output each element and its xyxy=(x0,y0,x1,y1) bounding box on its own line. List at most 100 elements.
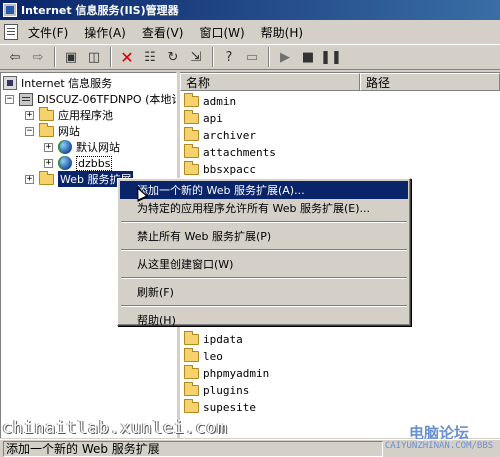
window-title: Internet 信息服务(IIS)管理器 xyxy=(21,4,179,17)
export-icon[interactable]: ⇲ xyxy=(185,46,207,68)
menu-view[interactable]: 查看(V) xyxy=(136,24,194,41)
menu-separator xyxy=(121,277,407,279)
menu-window[interactable]: 窗口(W) xyxy=(193,24,254,41)
expand-icon[interactable]: + xyxy=(44,142,53,152)
menu-action[interactable]: 操作(A) xyxy=(78,24,136,41)
list-item-label: supesite xyxy=(203,400,256,414)
list-item-label: phpmyadmin xyxy=(203,366,270,380)
menu-separator xyxy=(121,305,407,307)
title-bar: Internet 信息服务(IIS)管理器 xyxy=(0,0,500,20)
stop-icon[interactable]: ■ xyxy=(297,46,319,68)
tree-item-iis-root[interactable]: Internet 信息服务 xyxy=(3,75,112,91)
context-menu: 添加一个新的 Web 服务扩展(A)... 为特定的应用程序允许所有 Web 服… xyxy=(117,178,411,329)
folder-icon xyxy=(184,347,199,362)
server-icon xyxy=(19,92,33,106)
folder-icon xyxy=(184,364,199,379)
status-bar: 添加一个新的 Web 服务扩展 xyxy=(0,439,500,457)
tree-item-websites[interactable]: − 网站 xyxy=(25,122,80,139)
menu-prohibit-all-extensions[interactable]: 禁止所有 Web 服务扩展(P) xyxy=(120,227,408,245)
iis-icon xyxy=(3,76,17,90)
list-item[interactable]: plugins xyxy=(184,381,250,398)
delete-icon[interactable]: ✕ xyxy=(116,46,138,68)
menu-allow-all-extensions[interactable]: 为特定的应用程序允许所有 Web 服务扩展(E)... xyxy=(120,199,408,217)
menu-separator xyxy=(121,221,407,223)
tree-label: Internet 信息服务 xyxy=(21,77,113,90)
watermark-text: chinaitlab.xunlei.com xyxy=(2,418,228,438)
show-tree-icon[interactable]: ◫ xyxy=(83,46,105,68)
menu-file[interactable]: 文件(F) xyxy=(22,24,78,41)
expand-icon[interactable]: + xyxy=(25,110,34,120)
folder-icon xyxy=(184,381,199,396)
list-item[interactable]: ipdata xyxy=(184,330,243,347)
tree-item-default-site[interactable]: + 默认网站 xyxy=(44,139,120,155)
toolbar-separator xyxy=(54,47,56,67)
tree-item-app-pools[interactable]: + 应用程序池 xyxy=(25,106,113,123)
collapse-icon[interactable]: − xyxy=(5,94,14,104)
expand-icon[interactable]: + xyxy=(25,174,34,184)
menu-new-window-from-here[interactable]: 从这里创建窗口(W) xyxy=(120,255,408,273)
folder-icon xyxy=(184,330,199,345)
list-item[interactable]: bbsxpacc xyxy=(184,160,256,177)
list-item-label: ipdata xyxy=(203,332,243,346)
folder-icon xyxy=(184,126,199,141)
toolbar-separator xyxy=(110,47,112,67)
play-icon[interactable]: ▶ xyxy=(274,46,296,68)
document-icon[interactable] xyxy=(4,24,18,40)
tree-label: 默认网站 xyxy=(76,141,120,154)
forward-icon[interactable]: ⇨ xyxy=(27,46,49,68)
folder-icon xyxy=(39,122,54,137)
toolbar-separator xyxy=(268,47,270,67)
folder-icon xyxy=(184,109,199,124)
computer-icon[interactable]: ▭ xyxy=(241,46,263,68)
list-item-label: admin xyxy=(203,94,237,108)
menu-help[interactable]: 帮助(H) xyxy=(255,24,313,41)
folder-icon xyxy=(184,398,199,413)
list-item[interactable]: api xyxy=(184,109,223,126)
list-item-label: api xyxy=(203,111,223,125)
menu-refresh[interactable]: 刷新(F) xyxy=(120,283,408,301)
list-item[interactable]: phpmyadmin xyxy=(184,364,270,381)
folder-icon xyxy=(184,160,199,175)
column-header-path[interactable]: 路径 xyxy=(360,73,500,91)
list-header: 名称 路径 xyxy=(180,73,500,91)
list-item-label: archiver xyxy=(203,128,256,142)
folder-icon xyxy=(39,170,54,185)
tree-label: DISCUZ-06TFDNPO (本地计 xyxy=(37,93,177,106)
collapse-icon[interactable]: − xyxy=(25,126,34,136)
globe-icon xyxy=(58,140,72,154)
list-item-label: bbsxpacc xyxy=(203,162,256,176)
back-icon[interactable]: ⇦ xyxy=(4,46,26,68)
menu-bar: 文件(F) 操作(A) 查看(V) 窗口(W) 帮助(H) xyxy=(0,21,500,43)
folder-icon xyxy=(184,92,199,107)
tree-label: 应用程序池 xyxy=(58,109,113,122)
tree-item-dzbbs[interactable]: + dzbbs xyxy=(44,155,113,171)
list-item[interactable]: supesite xyxy=(184,398,256,415)
folder-icon xyxy=(39,106,54,121)
tree-label: 网站 xyxy=(58,125,80,138)
toolbar: ⇦ ⇨ ▣ ◫ ✕ ☷ ↻ ⇲ ? ▭ ▶ ■ ❚❚ xyxy=(0,44,500,70)
properties-icon[interactable]: ☷ xyxy=(139,46,161,68)
tree-label: dzbbs xyxy=(76,155,113,171)
status-text: 添加一个新的 Web 服务扩展 xyxy=(3,440,383,457)
expand-icon[interactable]: + xyxy=(44,158,53,168)
list-item[interactable]: admin xyxy=(184,92,237,109)
globe-icon xyxy=(58,156,72,170)
list-item-label: leo xyxy=(203,349,223,363)
refresh-icon[interactable]: ↻ xyxy=(162,46,184,68)
list-item[interactable]: archiver xyxy=(184,126,256,143)
pause-icon[interactable]: ❚❚ xyxy=(320,46,342,68)
list-item-label: attachments xyxy=(203,145,276,159)
menu-add-web-service-extension[interactable]: 添加一个新的 Web 服务扩展(A)... xyxy=(120,181,408,199)
list-item-label: plugins xyxy=(203,383,250,397)
list-item[interactable]: leo xyxy=(184,347,223,364)
menu-separator xyxy=(121,249,407,251)
iis-app-icon xyxy=(3,3,17,17)
tree-item-server[interactable]: − DISCUZ-06TFDNPO (本地计 xyxy=(5,91,177,107)
help-icon[interactable]: ? xyxy=(218,46,240,68)
menu-help-item[interactable]: 帮助(H) xyxy=(120,311,408,329)
up-folder-icon[interactable]: ▣ xyxy=(60,46,82,68)
list-item[interactable]: attachments xyxy=(184,143,276,160)
toolbar-separator xyxy=(212,47,214,67)
folder-icon xyxy=(184,143,199,158)
column-header-name[interactable]: 名称 xyxy=(180,73,360,91)
